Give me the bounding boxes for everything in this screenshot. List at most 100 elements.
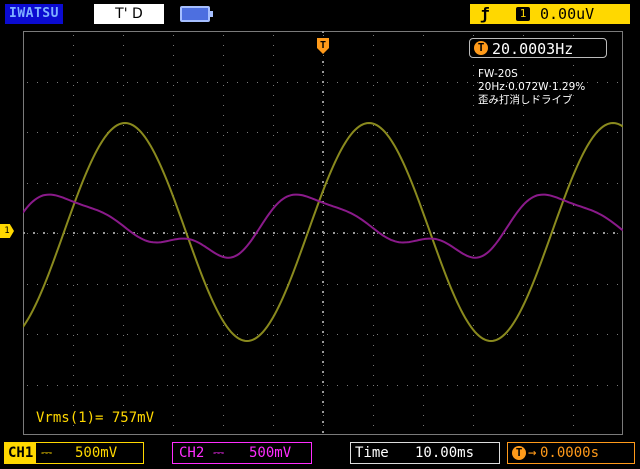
trigger-offset-box[interactable]: T → 0.0000s xyxy=(507,442,635,464)
grid-dot xyxy=(223,395,224,396)
grid-dot xyxy=(73,235,74,236)
rising-edge-icon: ƒ xyxy=(480,4,490,23)
grid-dot xyxy=(153,232,155,234)
ch2-scale: 500mV xyxy=(249,445,292,461)
grid-dot xyxy=(527,183,528,184)
grid-dot xyxy=(617,334,618,335)
ch2-scale-box[interactable]: CH2 ⎓ 500mV xyxy=(172,442,312,464)
grid-dot xyxy=(223,135,224,136)
grid-dot xyxy=(322,301,324,303)
grid-dot xyxy=(373,225,374,226)
ch1-scale-box[interactable]: CH1 ⎓ 500mV xyxy=(4,442,144,464)
grid-dot xyxy=(173,155,174,156)
grid-dot xyxy=(47,82,48,83)
grid-dot xyxy=(183,232,185,234)
grid-dot xyxy=(573,135,574,136)
grid-dot xyxy=(523,195,524,196)
grid-dot xyxy=(387,183,388,184)
grid-dot xyxy=(423,255,424,256)
trigger-settings[interactable]: ƒ 1 0.00uV xyxy=(470,4,630,24)
grid-dot xyxy=(73,165,74,166)
grid-dot xyxy=(457,183,458,184)
grid-dot xyxy=(123,335,124,336)
vrms-measurement: Vrms(1)= 757mV xyxy=(36,410,155,426)
grid-dot xyxy=(173,375,174,376)
grid-dot xyxy=(573,145,574,146)
grid-dot xyxy=(323,185,324,186)
grid-dot xyxy=(587,233,588,234)
grid-dot xyxy=(413,232,415,234)
grid-dot xyxy=(437,233,438,234)
grid-dot xyxy=(53,232,55,234)
grid-dot xyxy=(347,82,348,83)
grid-dot xyxy=(387,82,388,83)
grid-dot xyxy=(523,315,524,316)
grid-dot xyxy=(297,233,298,234)
grid-dot xyxy=(123,345,124,346)
grid-dot xyxy=(227,233,228,234)
grid-dot xyxy=(107,82,108,83)
grid-dot xyxy=(423,355,424,356)
grid-dot xyxy=(123,285,124,286)
grid-dot xyxy=(473,245,474,246)
grid-dot xyxy=(287,334,288,335)
grid-dot xyxy=(173,185,174,186)
grid-dot xyxy=(273,305,274,306)
grid-dot xyxy=(273,45,274,46)
grid-dot xyxy=(73,255,74,256)
grid-dot xyxy=(517,183,518,184)
grid-dot xyxy=(273,395,274,396)
grid-dot xyxy=(373,125,374,126)
grid-dot xyxy=(223,275,224,276)
grid-dot xyxy=(437,284,438,285)
grid-dot xyxy=(423,125,424,126)
grid-dot xyxy=(223,115,224,116)
grid-dot xyxy=(223,185,224,186)
grid-dot xyxy=(322,411,324,413)
grid-dot xyxy=(322,181,324,183)
annotation-line-2: 20Hz·0.072W·1.29% xyxy=(478,81,586,93)
grid-dot xyxy=(197,132,198,133)
grid-dot xyxy=(322,131,324,133)
grid-dot xyxy=(573,155,574,156)
grid-dot xyxy=(73,285,74,286)
trigger-status[interactable]: T' D xyxy=(94,4,164,24)
grid-dot xyxy=(387,334,388,335)
timebase-box[interactable]: Time 10.00ms xyxy=(350,442,500,464)
grid-dot xyxy=(287,132,288,133)
grid-dot xyxy=(497,334,498,335)
grid-dot xyxy=(507,183,508,184)
grid-dot xyxy=(97,132,98,133)
grid-dot xyxy=(523,255,524,256)
grid-dot xyxy=(273,335,274,336)
grid-dot xyxy=(217,132,218,133)
grid-dot xyxy=(137,334,138,335)
grid-dot xyxy=(223,195,224,196)
grid-dot xyxy=(547,385,548,386)
grid-dot xyxy=(322,231,324,233)
ch1-level-marker[interactable]: 1 xyxy=(0,224,14,238)
grid-dot xyxy=(577,132,578,133)
grid-dot xyxy=(457,385,458,386)
grid-dot xyxy=(123,235,124,236)
grid-dot xyxy=(197,183,198,184)
trigger-position-icon[interactable]: T xyxy=(316,34,330,58)
grid-dot xyxy=(423,385,424,386)
grid-dot xyxy=(227,82,228,83)
grid-dot xyxy=(187,132,188,133)
grid-dot xyxy=(123,265,124,266)
grid-dot xyxy=(373,395,374,396)
grid-dot xyxy=(577,284,578,285)
grid-dot xyxy=(73,215,74,216)
grid-dot xyxy=(547,183,548,184)
grid-dot xyxy=(223,325,224,326)
grid-dot xyxy=(407,284,408,285)
grid-dot xyxy=(127,385,128,386)
grid-dot xyxy=(97,183,98,184)
grid-dot xyxy=(237,385,238,386)
grid-dot xyxy=(167,82,168,83)
grid-dot xyxy=(403,232,405,234)
grid-dot xyxy=(273,105,274,106)
grid-dot xyxy=(327,233,328,234)
grid-dot xyxy=(473,315,474,316)
